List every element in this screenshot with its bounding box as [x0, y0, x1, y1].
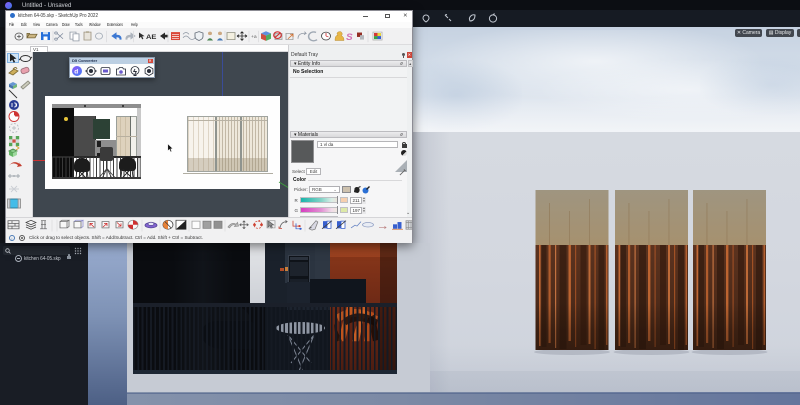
svg-text:+a: +a: [251, 34, 257, 39]
svg-text:d: d: [74, 68, 78, 75]
svg-text:AE: AE: [146, 34, 157, 41]
svg-text:S: S: [346, 32, 353, 42]
